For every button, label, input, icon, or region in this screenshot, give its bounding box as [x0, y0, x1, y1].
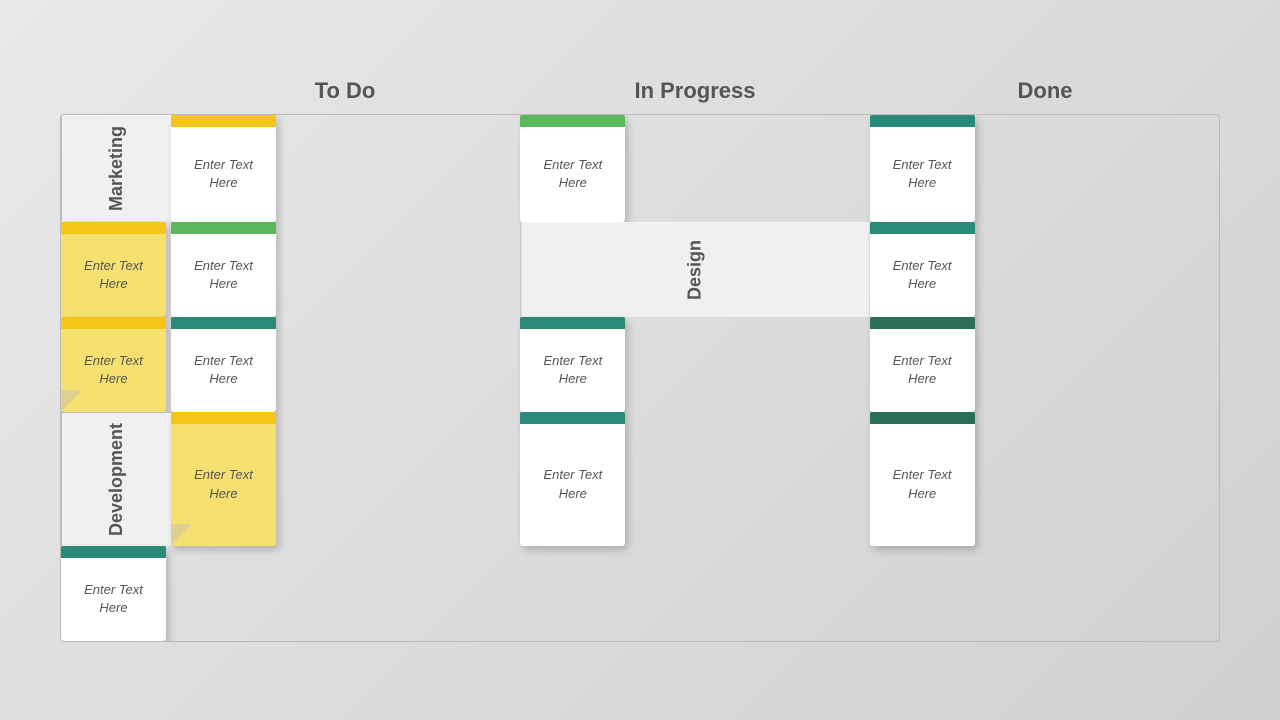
- row-label-development: Development: [61, 412, 171, 546]
- sticky-note[interactable]: Enter Text Here: [870, 317, 975, 412]
- note-text: Enter Text Here: [171, 329, 276, 412]
- note-text: Enter Text Here: [61, 329, 166, 412]
- col-header-done: Done: [870, 78, 1220, 114]
- note-tab: [870, 115, 975, 127]
- sticky-note[interactable]: Enter Text Here: [61, 546, 166, 641]
- note-tab: [61, 317, 166, 329]
- sticky-note[interactable]: Enter Text Here: [171, 317, 276, 412]
- sticky-note[interactable]: Enter Text Here: [171, 222, 276, 317]
- note-text: Enter Text Here: [520, 424, 625, 546]
- sticky-note[interactable]: Enter Text Here: [520, 115, 625, 221]
- note-text: Enter Text Here: [870, 424, 975, 546]
- sticky-note[interactable]: Enter Text Here: [171, 412, 276, 546]
- note-tab: [520, 115, 625, 127]
- note-tab: [870, 222, 975, 234]
- column-headers: To Do In Progress Done: [60, 78, 1220, 114]
- row-label-marketing: Marketing: [61, 115, 171, 221]
- note-tab: [870, 317, 975, 329]
- note-tab: [61, 222, 166, 234]
- sticky-note[interactable]: Enter Text Here: [870, 222, 975, 317]
- sticky-note[interactable]: Enter Text Here: [520, 317, 625, 412]
- note-text: Enter Text Here: [870, 234, 975, 317]
- col-header-inprogress: In Progress: [520, 78, 870, 114]
- kanban-board: To Do In Progress Done MarketingEnter Te…: [60, 78, 1220, 641]
- note-text: Enter Text Here: [171, 234, 276, 317]
- note-text: Enter Text Here: [520, 127, 625, 221]
- note-tab: [171, 317, 276, 329]
- sticky-note[interactable]: Enter Text Here: [61, 222, 166, 317]
- note-text: Enter Text Here: [171, 424, 276, 546]
- note-tab: [171, 412, 276, 424]
- note-tab: [870, 412, 975, 424]
- note-tab: [171, 222, 276, 234]
- sticky-note[interactable]: Enter Text Here: [870, 412, 975, 546]
- note-tab: [520, 412, 625, 424]
- sticky-note[interactable]: Enter Text Here: [171, 115, 276, 221]
- note-tab: [520, 317, 625, 329]
- note-text: Enter Text Here: [870, 127, 975, 221]
- sticky-note[interactable]: Enter Text Here: [870, 115, 975, 221]
- note-tab: [61, 546, 166, 558]
- note-text: Enter Text Here: [61, 234, 166, 317]
- note-text: Enter Text Here: [870, 329, 975, 412]
- sticky-note[interactable]: Enter Text Here: [61, 317, 166, 412]
- note-text: Enter Text Here: [520, 329, 625, 412]
- kanban-grid: MarketingEnter Text HereEnter Text HereE…: [60, 114, 1220, 641]
- note-text: Enter Text Here: [171, 127, 276, 221]
- note-tab: [171, 115, 276, 127]
- col-header-todo: To Do: [170, 78, 520, 114]
- row-label-design: Design: [520, 222, 869, 317]
- note-text: Enter Text Here: [61, 558, 166, 641]
- sticky-note[interactable]: Enter Text Here: [520, 412, 625, 546]
